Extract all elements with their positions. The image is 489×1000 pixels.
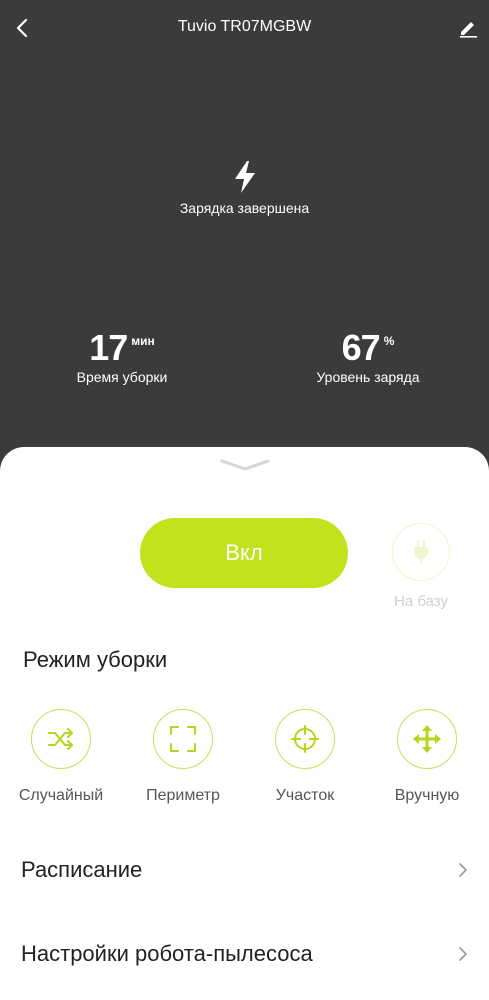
robot-settings-label: Настройки робота-пылесоса [21,941,313,966]
mode-perimeter-label: Периметр [146,787,220,804]
charging-status-text: Зарядка завершена [179,200,310,216]
frame-icon [153,709,213,769]
device-title: Tuvio TR07MGBW [177,18,312,35]
collapse-handle-icon[interactable] [218,457,272,473]
cleaning-time-label: Время уборки [76,369,168,385]
power-on-button[interactable]: Вкл [140,518,348,588]
cleaning-mode-title: Режим уборки [23,647,168,672]
control-sheet: Вкл На базу Режим уборки Случайный Перим… [0,447,489,1000]
mode-manual[interactable]: Вручную [372,709,482,805]
plug-icon [392,523,450,581]
mode-random[interactable]: Случайный [6,709,116,805]
edit-pencil-icon[interactable] [458,18,478,38]
schedule-label: Расписание [21,857,143,882]
robot-settings-row[interactable]: Настройки робота-пылесоса [0,923,489,983]
battery-level-label: Уровень заряда [316,369,420,385]
mode-random-label: Случайный [18,787,104,804]
target-icon [275,709,335,769]
cleaning-time-stat: 17 мин Время уборки [22,328,222,386]
mode-spot-label: Участок [275,787,335,804]
battery-level-value: 67 [341,327,381,368]
chevron-right-icon [459,863,467,877]
move-arrows-icon [397,709,457,769]
cleaning-time-value: 17 [89,327,128,368]
return-to-base-label: На базу [394,593,448,610]
mode-manual-label: Вручную [394,787,460,804]
schedule-row[interactable]: Расписание [0,839,489,899]
shuffle-icon [31,709,91,769]
chevron-right-icon [459,947,467,961]
battery-level-unit: % [383,334,395,348]
cleaning-time-unit: мин [131,334,155,348]
mode-spot[interactable]: Участок [250,709,360,805]
return-to-base-button[interactable]: На базу [385,523,457,610]
lightning-bolt-icon [235,161,255,193]
battery-level-stat: 67% Уровень заряда [268,328,468,386]
mode-perimeter[interactable]: Периметр [128,709,238,805]
status-header: Tuvio TR07MGBW Зарядка завершена 17 мин В… [0,0,489,470]
